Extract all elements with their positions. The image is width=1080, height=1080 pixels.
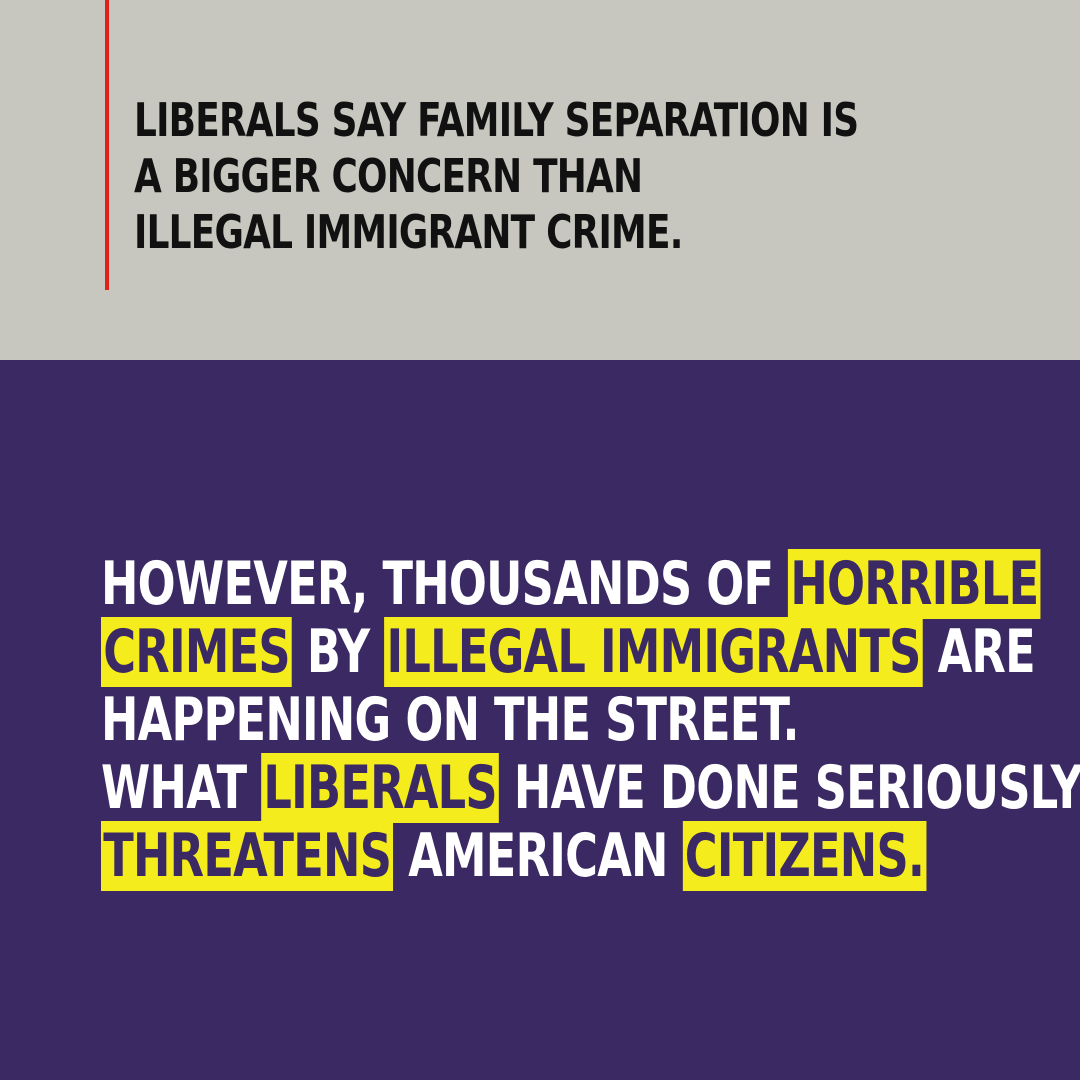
top-panel: LIBERALS SAY FAMILY SEPARATION IS A BIGG… [0,0,1080,360]
body-text-segment: HAPPENING ON THE STREET. [101,685,799,755]
highlight-segment: HORRIBLE [788,549,1041,619]
highlight-segment: THREATENS [101,821,394,891]
body-line: HAPPENING ON THE STREET. [101,686,1080,754]
bottom-panel: HOWEVER, THOUSANDS OF HORRIBLE CRIMES BY… [0,360,1080,1080]
body-text-segment: WHAT [101,753,262,823]
highlight-segment: CITIZENS. [682,821,927,891]
body-text-segment: AMERICAN [393,821,683,891]
body-text: HOWEVER, THOUSANDS OF HORRIBLE CRIMES BY… [101,549,1080,891]
body-line: WHAT LIBERALS HAVE DONE SERIOUSLY [101,753,1080,823]
body-line: HOWEVER, THOUSANDS OF HORRIBLE [101,549,1080,619]
headline-line: LIBERALS SAY FAMILY SEPARATION IS [134,93,859,147]
accent-bar [105,0,109,290]
body-text-segment: HOWEVER, THOUSANDS OF [101,549,789,619]
highlight-segment: LIBERALS [261,753,500,823]
body-text-segment: BY [292,617,385,687]
body-line: THREATENS AMERICAN CITIZENS. [101,821,1080,891]
headline-line: ILLEGAL IMMIGRANT CRIME. [134,205,683,259]
headline-line: A BIGGER CONCERN THAN [134,149,643,203]
highlight-segment: CRIMES [101,617,293,687]
body-line: CRIMES BY ILLEGAL IMMIGRANTS ARE [101,617,1080,687]
headline: LIBERALS SAY FAMILY SEPARATION IS A BIGG… [134,92,859,260]
body-text-segment: HAVE DONE SERIOUSLY [499,753,1080,823]
highlight-segment: ILLEGAL IMMIGRANTS [384,617,923,687]
body-text-segment: ARE [922,617,1036,687]
